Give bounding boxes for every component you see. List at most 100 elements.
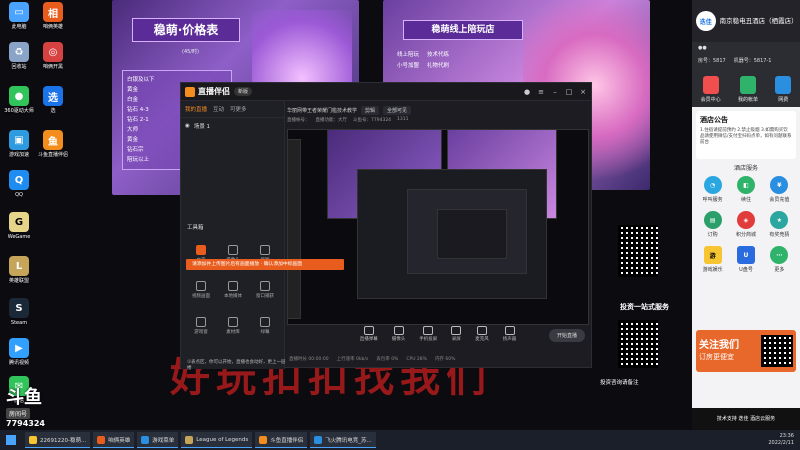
hotel-name: 南京稳电丑酒店（栖霞店） (719, 16, 798, 25)
minimize-icon[interactable]: – (551, 88, 559, 96)
app-icon: 选 (43, 86, 63, 106)
service-points-mall[interactable]: ◈ 积分商城 (729, 211, 762, 238)
visibility-field[interactable]: 全部可见 (383, 105, 412, 115)
app-logo-icon (185, 86, 195, 97)
start-button[interactable] (0, 430, 22, 450)
lol-icon (185, 435, 194, 444)
desktop-icon-driver[interactable]: ● 360驱动大师 (2, 86, 36, 114)
service-quiz[interactable]: ★ 有奖竞猜 (763, 211, 796, 238)
desktop-icon-app[interactable]: ◎ 咱俩开黑 (36, 42, 70, 70)
fee-button[interactable]: 网费 (775, 76, 792, 103)
mobile-cast-button[interactable]: 手机投屏 (419, 326, 437, 342)
service-more[interactable]: ⋯ 更多 (763, 246, 796, 273)
sidebar: 我的直播 互动 可更多 ◉ 场景 1 工具箱 文字 摄像头 截图 视频画面 本地… (181, 101, 286, 371)
nested-window (437, 209, 507, 259)
library-icon (228, 317, 238, 327)
service-call[interactable]: ◔ 呼叫服务 (696, 176, 729, 203)
greenscreen-icon (260, 317, 270, 327)
mic-icon (477, 326, 487, 335)
scene-item[interactable]: ◉ 场景 1 (181, 118, 284, 134)
danmaku-button[interactable]: 直播弹幕 (360, 326, 378, 342)
qr-code (618, 225, 658, 277)
edit-field[interactable]: 剪辑 (361, 105, 380, 115)
desktop-icon-lol[interactable]: L 英雄联盟 (2, 256, 36, 284)
tool-greenscreen[interactable]: 绿幕 (249, 317, 281, 335)
boost-icon: ▣ (9, 130, 29, 150)
menu-icon[interactable]: ≡ (537, 88, 545, 96)
speaker-button[interactable]: 扬声器 (503, 326, 516, 342)
camera-button[interactable]: 摄像头 (392, 326, 405, 342)
qq-icon: Q (9, 170, 29, 190)
streaming-app-window: 直播伴侣 新版 ● ≡ – □ × 我的直播 互动 可更多 ◉ 场景 1 工具箱… (180, 82, 592, 371)
live-toolbar: 直播弹幕 摄像头 手机投屏 录屏 麦克风 扬声器 (285, 323, 591, 345)
taskbar-clock[interactable]: 23:36 2022/2/11 (768, 433, 794, 447)
avatar-icon[interactable]: ● (523, 88, 531, 96)
avatar: ●● (698, 45, 707, 51)
hotel-logo: 迭佳 (696, 11, 716, 31)
taskbar-item[interactable]: 22691220-稳萌... (25, 432, 91, 448)
service-recharge[interactable]: ¥ 会员充值 (763, 176, 796, 203)
tool-library[interactable]: 素材库 (217, 317, 249, 335)
usb-icon: U (736, 246, 755, 264)
services-grid: ◔ 呼叫服务 ◧ 续住 ¥ 会员充值 ▤ 订购 ◈ 积分商城 ★ 有奖竞猜 游游戏娱乐 UU… (692, 176, 800, 273)
taskbar-item[interactable]: 游戏菜单 (137, 432, 179, 448)
toast-notification[interactable]: 请添加并上传图片后有画面播放 · 确认添加中标画面 (186, 259, 344, 270)
service-usb[interactable]: U U盘号 (729, 246, 762, 273)
tip-text: ①表点区，你可以开始，直播也会动好，更上一层楼 (187, 360, 286, 371)
gift-icon: ◈ (736, 211, 755, 229)
stream-preview[interactable] (287, 129, 589, 325)
media-icon (228, 281, 238, 291)
mic-button[interactable]: 麦克风 (475, 326, 489, 342)
follow-card[interactable]: 关注我们 订房更便宜 (696, 330, 796, 372)
video-icon (196, 281, 206, 291)
taskbar-item[interactable]: 斗鱼直播伴侣 (255, 432, 308, 448)
lol-icon: L (9, 256, 29, 276)
notice-card[interactable]: 酒店公告 1.住宿请提前预约 2.禁止吸烟 3.如需购买饮品请使用微信/支付宝扫… (696, 111, 796, 159)
user-info: ●● 房号：5817 机器号：5817-1 (692, 42, 800, 72)
nested-desktop-strip (287, 139, 301, 319)
category-text[interactable]: 华丽网带王者荣耀门槛技术教学 (287, 107, 357, 114)
titlebar: 直播伴侣 新版 ● ≡ – □ × (181, 83, 591, 101)
desktop-icon-qq[interactable]: Q QQ (2, 170, 36, 198)
taskbar-item[interactable]: 咱俩英雄 (93, 432, 135, 448)
desktop-icon-this-pc[interactable]: ▭ 此电脑 (2, 2, 36, 30)
record-button[interactable]: 录屏 (451, 326, 462, 342)
maximize-icon[interactable]: □ (565, 88, 573, 96)
desktop-icon-steam[interactable]: S Steam (2, 298, 36, 326)
desktop-icon-select[interactable]: 选 选 (36, 86, 70, 114)
member-center-button[interactable]: 会员中心 (701, 76, 721, 103)
fee-icon (775, 76, 792, 94)
service-order[interactable]: ▤ 订购 (696, 211, 729, 238)
driver-icon: ● (9, 86, 29, 106)
tool-window[interactable]: 窗口捕获 (249, 281, 281, 299)
bill-button[interactable]: 我的帐单 (738, 76, 758, 103)
taskbar-item[interactable]: 飞火腾讯电竞_苏... (310, 432, 376, 448)
follow-title: 关注我们 (699, 340, 739, 351)
desktop-icon-app[interactable]: 相 咱俩英雄 (36, 2, 70, 30)
windows-icon (6, 435, 16, 445)
desktop-icon-wegame[interactable]: G WeGame (2, 212, 36, 240)
tab-my-live[interactable]: 我的直播 (185, 105, 207, 113)
tool-game[interactable]: 游戏窗 (185, 317, 217, 335)
desktop-icon-douyu[interactable]: 鱼 斗鱼直播伴侣 (36, 130, 70, 158)
app-icon (141, 435, 150, 444)
tool-media[interactable]: 本地媒体 (217, 281, 249, 299)
tab-more[interactable]: 可更多 (230, 105, 247, 113)
desktop-icon-video[interactable]: ▶ 腾讯视频 (2, 338, 36, 366)
wegame-icon: G (9, 212, 29, 232)
close-icon[interactable]: × (579, 88, 587, 96)
trophy-icon: ★ (770, 211, 789, 229)
tool-video[interactable]: 视频画面 (185, 281, 217, 299)
service-games[interactable]: 游游戏娱乐 (696, 246, 729, 273)
text-icon (196, 245, 206, 255)
service-extend[interactable]: ◧ 续住 (729, 176, 762, 203)
recycle-bin-icon: ♻ (9, 42, 29, 62)
taskbar-item[interactable]: League of Legends (181, 432, 253, 448)
invest-text: 投资一站式服务 (620, 303, 669, 311)
eye-icon[interactable]: ◉ (185, 123, 190, 129)
start-live-button[interactable]: 开始直播 (548, 329, 585, 342)
qr-code (618, 320, 658, 368)
tab-interact[interactable]: 互动 (213, 105, 224, 113)
desktop-icon-recycle-bin[interactable]: ♻ 回收站 (2, 42, 36, 70)
desktop-icon-boost[interactable]: ▣ 游戏加速 (2, 130, 36, 158)
